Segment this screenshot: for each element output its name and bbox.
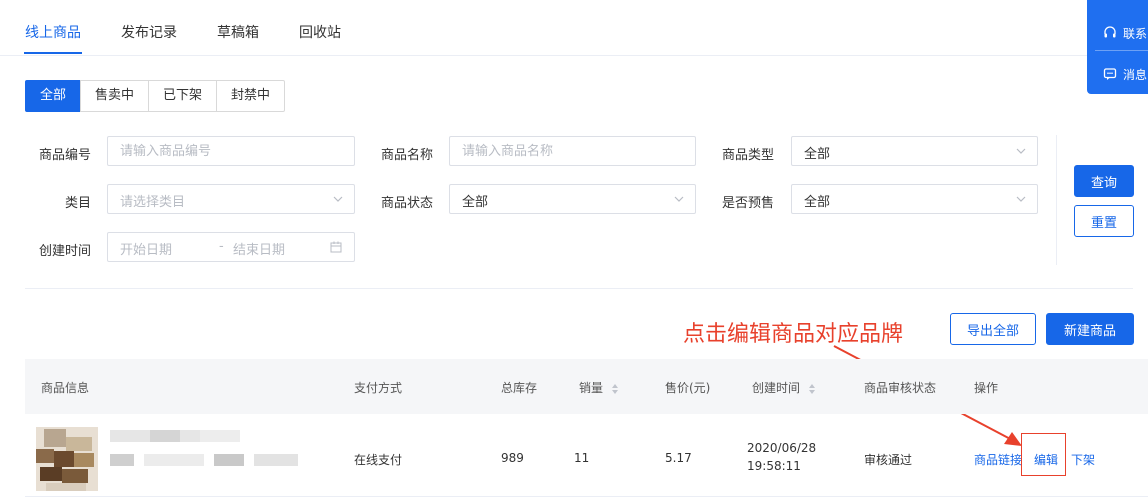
payment-method: 在线支付	[354, 453, 403, 467]
category-select[interactable]: 请选择类目	[107, 184, 355, 214]
tab-publish-records[interactable]: 发布记录	[121, 22, 177, 42]
presale-value: 全部	[804, 195, 831, 210]
product-title-blurred[interactable]	[110, 430, 300, 470]
status-filter-group: 全部 售卖中 已下架 封禁中	[25, 80, 286, 112]
end-date-placeholder[interactable]: 结束日期	[233, 239, 285, 258]
product-type-select[interactable]: 全部	[791, 136, 1038, 166]
annotation-highlight-box	[1021, 433, 1066, 476]
col-audit-status: 商品审核状态	[864, 381, 937, 395]
presale-select[interactable]: 全部	[791, 184, 1038, 214]
price-value: 5.17	[665, 451, 692, 465]
query-button[interactable]: 查询	[1074, 165, 1134, 197]
row-divider	[25, 496, 1148, 497]
product-id-label: 商品编号	[38, 148, 91, 163]
presale-label: 是否预售	[721, 196, 774, 211]
product-id-field[interactable]	[107, 136, 355, 166]
col-created-time-label: 创建时间	[752, 381, 801, 395]
sort-icon[interactable]	[808, 383, 816, 395]
chevron-down-icon	[674, 196, 684, 202]
created-time-label: 创建时间	[38, 244, 91, 259]
message-button[interactable]: 消息	[1087, 54, 1148, 94]
sort-icon[interactable]	[611, 383, 619, 395]
tab-recycle-bin[interactable]: 回收站	[299, 22, 341, 42]
message-icon	[1103, 68, 1117, 80]
col-payment: 支付方式	[354, 381, 403, 395]
take-down-action[interactable]: 下架	[1071, 451, 1095, 468]
col-sales-label: 销量	[579, 381, 604, 395]
contact-button[interactable]: 联系	[1087, 13, 1148, 53]
status-all-button[interactable]: 全部	[25, 80, 82, 112]
new-product-button[interactable]: 新建商品	[1046, 313, 1134, 345]
tabs-bar: 线上商品 发布记录 草稿箱 回收站	[0, 0, 1148, 56]
product-type-label: 商品类型	[721, 148, 774, 163]
product-name-field[interactable]	[449, 136, 696, 166]
category-label: 类目	[64, 196, 91, 211]
headset-icon	[1104, 26, 1116, 38]
message-label: 消息	[1123, 67, 1148, 82]
contact-label: 联系	[1123, 26, 1148, 41]
created-time: 19:58:11	[747, 459, 801, 473]
product-type-value: 全部	[804, 147, 831, 162]
calendar-icon	[330, 241, 342, 253]
product-status-select[interactable]: 全部	[449, 184, 696, 214]
col-price: 售价(元)	[665, 381, 711, 395]
col-sales[interactable]: 销量	[579, 379, 619, 396]
col-stock: 总库存	[501, 381, 538, 395]
date-range-separator: -	[219, 239, 224, 254]
status-banned-button[interactable]: 封禁中	[216, 80, 286, 112]
reset-button[interactable]: 重置	[1074, 205, 1134, 237]
product-id-input[interactable]	[108, 137, 354, 165]
start-date-placeholder[interactable]: 开始日期	[120, 239, 172, 258]
col-created-time[interactable]: 创建时间	[752, 379, 816, 396]
sales-value: 11	[574, 451, 590, 465]
date-range-picker[interactable]: 开始日期 - 结束日期	[107, 232, 355, 262]
status-off-shelf-button[interactable]: 已下架	[148, 80, 218, 112]
category-placeholder: 请选择类目	[120, 195, 186, 210]
float-panel-divider	[1095, 50, 1148, 51]
chevron-down-icon	[333, 196, 343, 202]
col-actions: 操作	[974, 381, 999, 395]
chevron-down-icon	[1016, 196, 1026, 202]
created-date: 2020/06/28	[747, 441, 817, 455]
product-link-action[interactable]: 商品链接	[974, 451, 1022, 468]
audit-status: 审核通过	[864, 453, 913, 467]
product-name-label: 商品名称	[380, 148, 433, 163]
tab-drafts[interactable]: 草稿箱	[217, 22, 259, 42]
chevron-down-icon	[1016, 148, 1026, 154]
stock-value: 989	[501, 451, 524, 465]
product-name-input[interactable]	[450, 137, 695, 165]
status-on-sale-button[interactable]: 售卖中	[80, 80, 150, 112]
tab-online-products[interactable]: 线上商品	[25, 22, 81, 42]
col-product-info: 商品信息	[41, 381, 90, 395]
active-tab-indicator	[24, 52, 82, 54]
export-all-button[interactable]: 导出全部	[950, 313, 1036, 345]
product-thumbnail[interactable]	[36, 427, 98, 491]
section-divider	[25, 288, 1133, 289]
product-status-label: 商品状态	[380, 196, 433, 211]
float-service-panel: 联系 消息	[1087, 0, 1148, 94]
product-status-value: 全部	[462, 195, 489, 210]
form-vertical-divider	[1056, 135, 1057, 265]
